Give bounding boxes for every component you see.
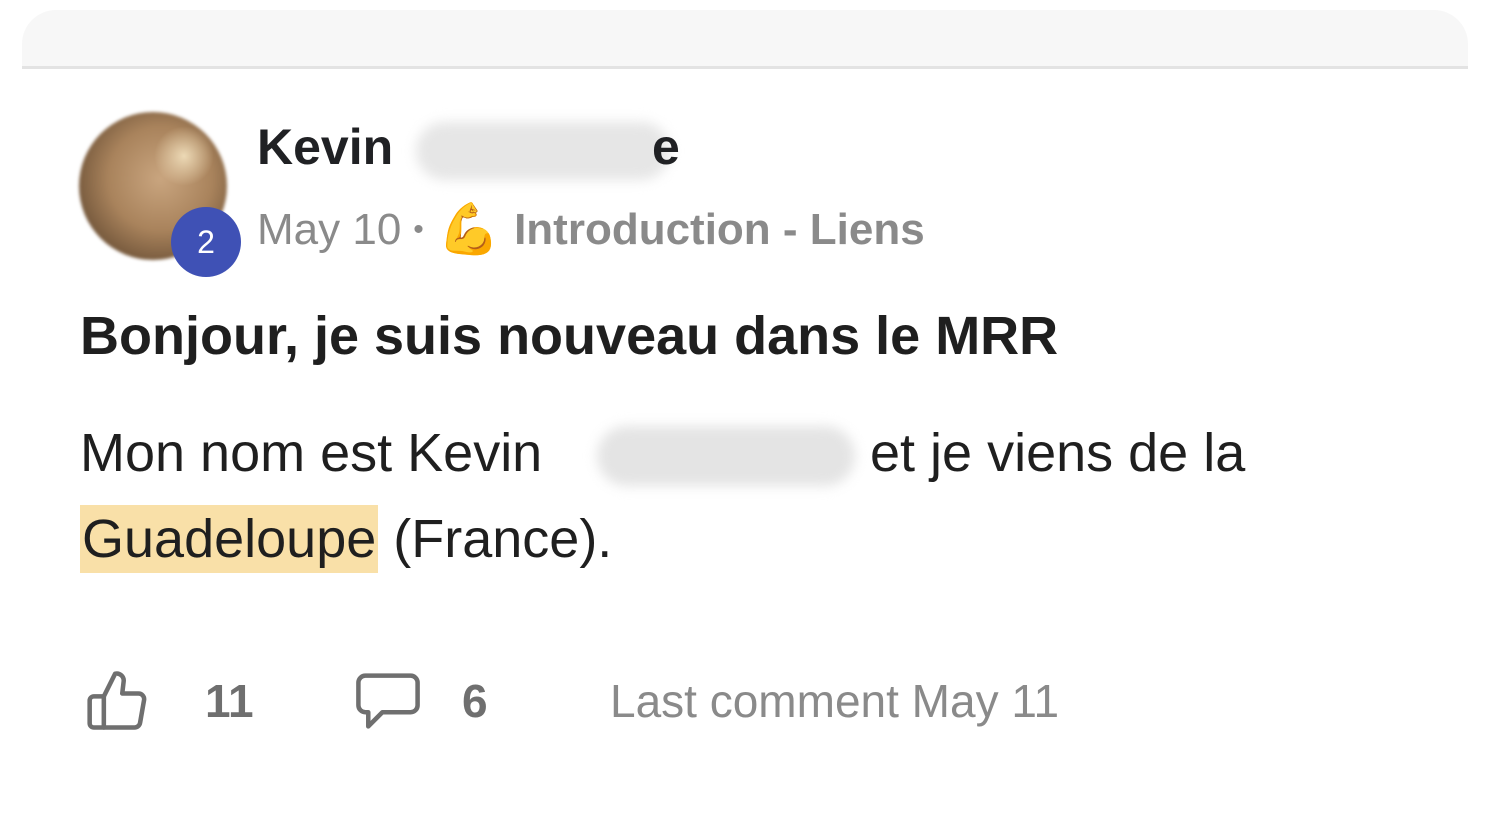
- avatar-highlight: [154, 126, 214, 186]
- post-footer: 11 6 Last comment May 11: [0, 660, 1500, 740]
- post-body-line1-start: Mon nom est Kevin: [80, 423, 543, 483]
- category-link[interactable]: Introduction - Liens: [514, 205, 925, 255]
- last-comment-date[interactable]: Last comment May 11: [610, 674, 1059, 728]
- redacted-last-name: [416, 122, 670, 180]
- author-name-tail: e: [652, 119, 680, 175]
- post-body-line2-rest: (France).: [393, 509, 613, 569]
- level-badge: 2: [171, 207, 241, 277]
- post-body-line1-end: et je viens de la: [870, 423, 1246, 483]
- flexed-biceps-icon: 💪: [437, 201, 501, 257]
- post-body-line2: Guadeloupe (France).: [80, 505, 613, 573]
- author-first-name: Kevin: [257, 119, 394, 175]
- post-meta: May 10 • 💪 Introduction - Liens: [257, 200, 925, 259]
- like-count: 11: [205, 675, 254, 727]
- comment-icon[interactable]: [353, 670, 423, 732]
- meta-separator: •: [413, 212, 424, 246]
- post-card[interactable]: 2 Kevin e May 10 • 💪 Introduction - Lien…: [0, 0, 1500, 838]
- author-name[interactable]: Kevin: [257, 118, 393, 176]
- comment-count: 6: [462, 675, 488, 727]
- post-date[interactable]: May 10: [257, 205, 401, 255]
- level-number: 2: [197, 223, 215, 260]
- highlighted-word: Guadeloupe: [80, 505, 379, 573]
- thumbs-up-icon[interactable]: [84, 668, 152, 736]
- redacted-body-text: [597, 426, 855, 486]
- post-title[interactable]: Bonjour, je suis nouveau dans le MRR: [80, 305, 1058, 367]
